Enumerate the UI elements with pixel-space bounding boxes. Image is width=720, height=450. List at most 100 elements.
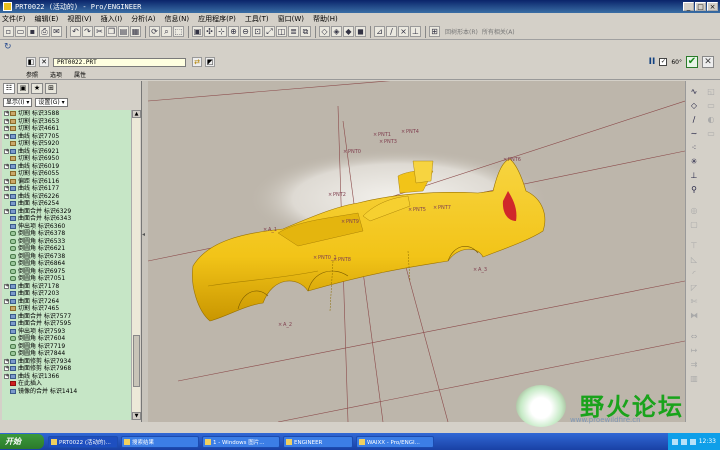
expand-icon[interactable]: +: [4, 133, 9, 139]
datum-point-label[interactable]: PNT7: [438, 205, 451, 211]
tree-row[interactable]: + 曲面修剪 标识7968: [2, 365, 131, 373]
tree-row[interactable]: 曲面 标识7203: [2, 290, 131, 298]
menu-file[interactable]: 文件(F): [2, 14, 26, 24]
annotation-icon[interactable]: ⊞: [429, 26, 440, 37]
toolbar-right-text-2[interactable]: 所有相关(A): [482, 27, 515, 36]
tree-row[interactable]: 在此插入: [2, 380, 131, 388]
tree-row[interactable]: + 曲线 标识6177: [2, 185, 131, 193]
tree-row[interactable]: + 曲面合并 标识6329: [2, 208, 131, 216]
refit-icon[interactable]: ⊡: [252, 26, 263, 37]
tab-references[interactable]: 参照: [26, 70, 38, 79]
pause-button[interactable]: II: [649, 57, 656, 67]
expand-icon[interactable]: +: [4, 208, 9, 214]
paste-icon[interactable]: ▤: [118, 26, 129, 37]
tree-scrollbar[interactable]: ▲ ▼: [131, 110, 141, 420]
expand-icon[interactable]: +: [4, 283, 9, 289]
datum-point-label[interactable]: PNT3: [384, 139, 397, 145]
datum-point-label[interactable]: PNT9: [346, 219, 359, 225]
menu-view[interactable]: 视图(V): [67, 14, 91, 24]
datum-point-label[interactable]: A_3: [478, 267, 487, 273]
tree-row[interactable]: 倒圆角 标识6621: [2, 245, 131, 253]
toolbar-right-text-1[interactable]: 回树形本(R): [445, 27, 478, 36]
task-engineer[interactable]: ENGINEER: [283, 435, 353, 448]
tree-row[interactable]: + 切割 标识3653: [2, 118, 131, 126]
scroll-thumb[interactable]: [133, 335, 140, 387]
tree-row[interactable]: 镜像的合并 标识1414: [2, 388, 131, 396]
task-waixx[interactable]: WAIXX - Pro/ENGI...: [356, 435, 434, 448]
copy-icon[interactable]: ❐: [106, 26, 117, 37]
minimize-button[interactable]: _: [683, 2, 694, 11]
tree-row[interactable]: + 偏距 标识6116: [2, 178, 131, 186]
tree-row[interactable]: 切割 标识7465: [2, 305, 131, 313]
open-file-icon[interactable]: ▭: [15, 26, 26, 37]
collapse-arrow-icon[interactable]: ◂: [142, 231, 145, 238]
tree-row[interactable]: 切割 标识6950: [2, 155, 131, 163]
task-windows-pictures[interactable]: 1 - Windows 图片...: [202, 435, 280, 448]
task-proe-active[interactable]: PRT0022 (活动的)...: [48, 435, 118, 448]
paste-special-icon[interactable]: ▦: [130, 26, 141, 37]
zoom-out-icon[interactable]: ⊖: [240, 26, 251, 37]
graphics-viewport[interactable]: PNT1 × PNT0 × PNT2 × PNT3 × PNT4 × PNT5 × PNT6 × PNT7 ×…: [148, 81, 685, 422]
model-canvas[interactable]: PNT1×PNT0×PNT2×PNT3×PNT4×PNT5×PNT6×PNT7×…: [148, 81, 685, 422]
expand-icon[interactable]: +: [4, 298, 9, 304]
tree-row[interactable]: + 曲线 标识6921: [2, 148, 131, 156]
tree-row[interactable]: 伸出项 标识7593: [2, 328, 131, 336]
sketch-icon[interactable]: ∿: [689, 87, 699, 97]
tree-row[interactable]: 伸出项 标识6360: [2, 223, 131, 231]
view-manager-icon[interactable]: ⧉: [300, 26, 311, 37]
hidden-line-icon[interactable]: ◈: [331, 26, 342, 37]
orient-icon[interactable]: ⊹: [216, 26, 227, 37]
tree-row[interactable]: + 切割 标识3588: [2, 110, 131, 118]
tree-row[interactable]: + 曲线 标识1366: [2, 373, 131, 381]
expand-icon[interactable]: +: [4, 163, 9, 169]
show-dropdown[interactable]: 显示(I) ▾: [3, 97, 33, 107]
model-tree-tab-icon[interactable]: ☷: [3, 82, 15, 94]
tree-row[interactable]: 倒圆角 标识6975: [2, 268, 131, 276]
close-button[interactable]: ×: [707, 2, 718, 11]
regenerate-icon[interactable]: ⟳: [149, 26, 160, 37]
menu-analysis[interactable]: 分析(A): [131, 14, 155, 24]
find-icon[interactable]: ⌕: [161, 26, 172, 37]
point-icon[interactable]: ⁖: [689, 143, 699, 153]
expand-icon[interactable]: +: [4, 358, 9, 364]
folder-browser-tab-icon[interactable]: ▣: [17, 82, 29, 94]
offset-point-icon[interactable]: ✳: [689, 157, 699, 167]
datum-point-label[interactable]: PNT5: [413, 207, 426, 213]
datum-point-label[interactable]: PNT6: [508, 157, 521, 163]
spin-center-icon[interactable]: ✣: [204, 26, 215, 37]
menu-tools[interactable]: 工具(T): [245, 14, 269, 24]
expand-icon[interactable]: +: [4, 186, 9, 192]
expand-icon[interactable]: +: [4, 111, 9, 117]
tree-row[interactable]: 曲面合并 标识7577: [2, 313, 131, 321]
shading-icon[interactable]: ◼: [355, 26, 366, 37]
datum-point-label[interactable]: PNT8: [338, 257, 351, 263]
reference-icon[interactable]: ◧: [26, 57, 36, 67]
reorient-icon[interactable]: ⤢: [264, 26, 275, 37]
axis-icon[interactable]: ∕: [689, 115, 699, 125]
save-icon[interactable]: ▪: [27, 26, 38, 37]
expand-icon[interactable]: +: [4, 118, 9, 124]
undo-icon[interactable]: ↶: [70, 26, 81, 37]
network-icon[interactable]: [671, 438, 678, 445]
cancel-button[interactable]: ✕: [702, 56, 714, 68]
start-button[interactable]: 开始: [0, 434, 44, 449]
tree-row[interactable]: 曲面合并 标识6343: [2, 215, 131, 223]
email-icon[interactable]: ✉: [51, 26, 62, 37]
tab-options[interactable]: 选项: [50, 70, 62, 79]
no-hidden-icon[interactable]: ◆: [343, 26, 354, 37]
expand-icon[interactable]: +: [4, 193, 9, 199]
connections-tab-icon[interactable]: ⊞: [45, 82, 57, 94]
datum-point-label[interactable]: PNT0: [348, 149, 361, 155]
tab-properties[interactable]: 属性: [74, 70, 86, 79]
tree-row[interactable]: + 曲面 标识7264: [2, 298, 131, 306]
tree-row[interactable]: 倒圆角 标识7051: [2, 275, 131, 283]
menu-info[interactable]: 信息(N): [164, 14, 189, 24]
menu-applications[interactable]: 应用程序(P): [198, 14, 236, 24]
flip-direction-icon[interactable]: ⇄: [192, 57, 202, 67]
tree-row[interactable]: + 曲面修剪 标识7934: [2, 358, 131, 366]
tree-row[interactable]: + 曲面 标识7178: [2, 283, 131, 291]
csys-icon[interactable]: ⊥: [689, 171, 699, 181]
tree-row[interactable]: 倒圆角 标识7844: [2, 350, 131, 358]
menu-insert[interactable]: 插入(I): [101, 14, 123, 24]
print-icon[interactable]: ⎙: [39, 26, 50, 37]
